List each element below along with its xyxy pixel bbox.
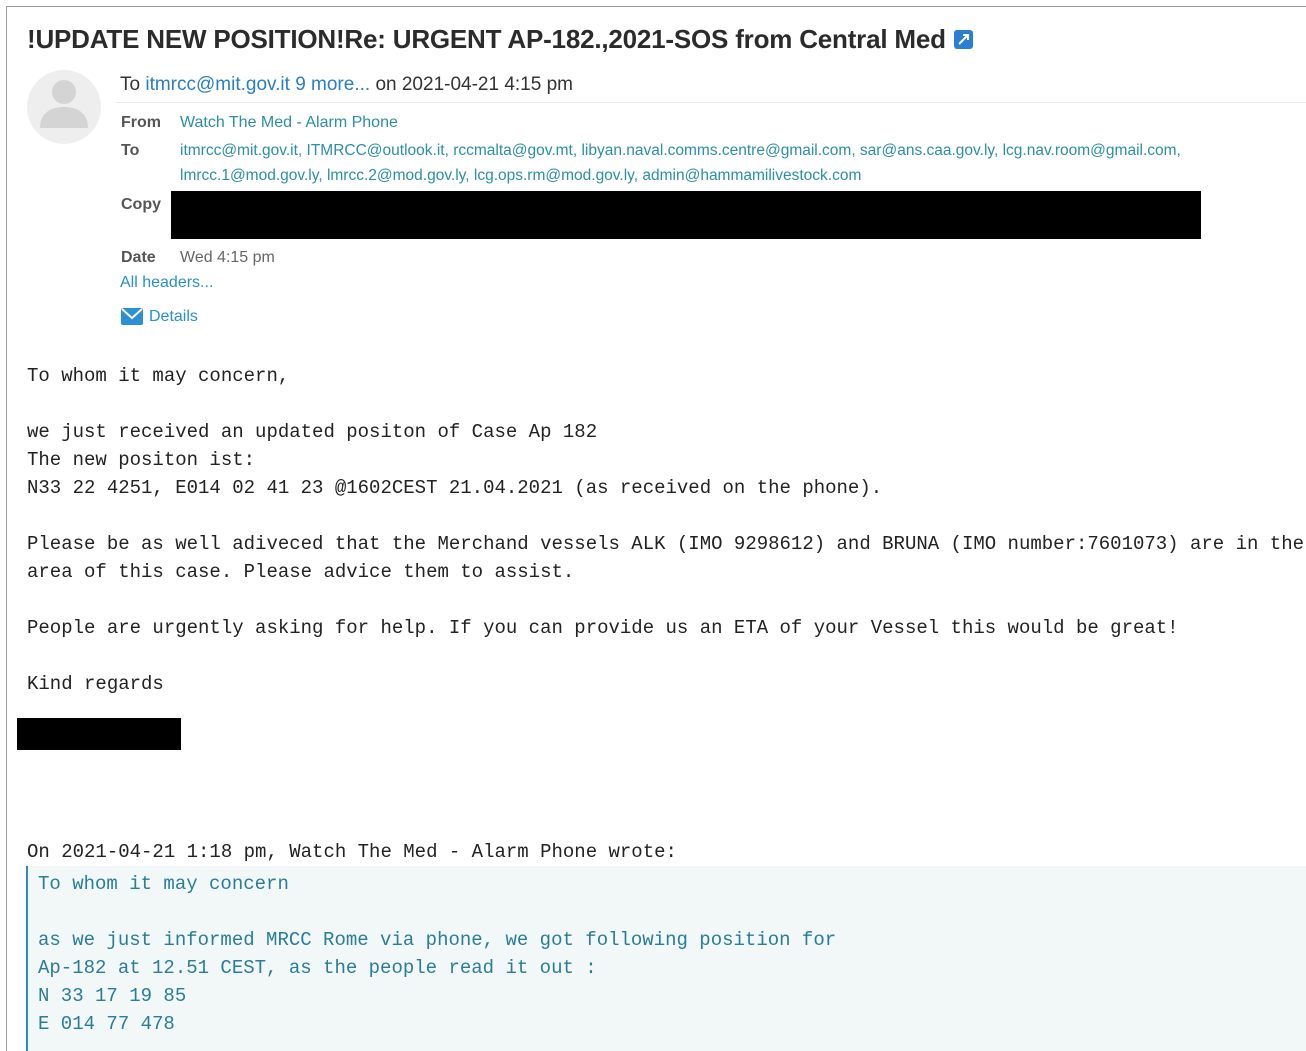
to-value-line1[interactable]: itmrcc@mit.gov.it, ITMRCC@outlook.it, rc… — [180, 142, 1181, 160]
signature-redaction — [17, 718, 181, 750]
to-label: To — [121, 142, 140, 159]
copy-label: Copy — [121, 196, 161, 213]
copy-redaction — [171, 191, 1201, 239]
subject-text: !UPDATE NEW POSITION!Re: URGENT AP-182.,… — [27, 24, 946, 54]
external-link-icon[interactable] — [953, 30, 973, 49]
header-divider — [116, 102, 1306, 103]
recipients-link[interactable]: itmrcc@mit.gov.it 9 more... — [145, 74, 370, 95]
details-button[interactable]: Details — [121, 308, 198, 326]
recipient-summary: To itmrcc@mit.gov.it 9 more... on 2021-0… — [120, 74, 573, 96]
all-headers-link[interactable]: All headers... — [120, 274, 213, 292]
envelope-icon — [121, 308, 143, 325]
from-label: From — [121, 114, 161, 131]
from-value[interactable]: Watch The Med - Alarm Phone — [180, 114, 398, 132]
summary-to-prefix: To — [120, 74, 141, 95]
quoted-message: To whom it may concern as we just inform… — [26, 866, 1306, 1051]
details-label: Details — [149, 308, 198, 325]
to-value-line2[interactable]: lmrcc.1@mod.gov.ly, lmrcc.2@mod.gov.ly, … — [180, 167, 861, 185]
sender-avatar — [27, 70, 101, 144]
quoted-text: To whom it may concern as we just inform… — [38, 873, 837, 1035]
email-subject: !UPDATE NEW POSITION!Re: URGENT AP-182.,… — [27, 24, 973, 55]
quote-attribution: On 2021-04-21 1:18 pm, Watch The Med - A… — [27, 841, 677, 863]
date-value: Wed 4:15 pm — [180, 249, 275, 266]
message-body: To whom it may concern, we just received… — [27, 365, 1305, 695]
summary-date: on 2021-04-21 4:15 pm — [375, 74, 573, 95]
user-silhouette-icon — [40, 80, 88, 128]
date-label: Date — [121, 249, 156, 266]
